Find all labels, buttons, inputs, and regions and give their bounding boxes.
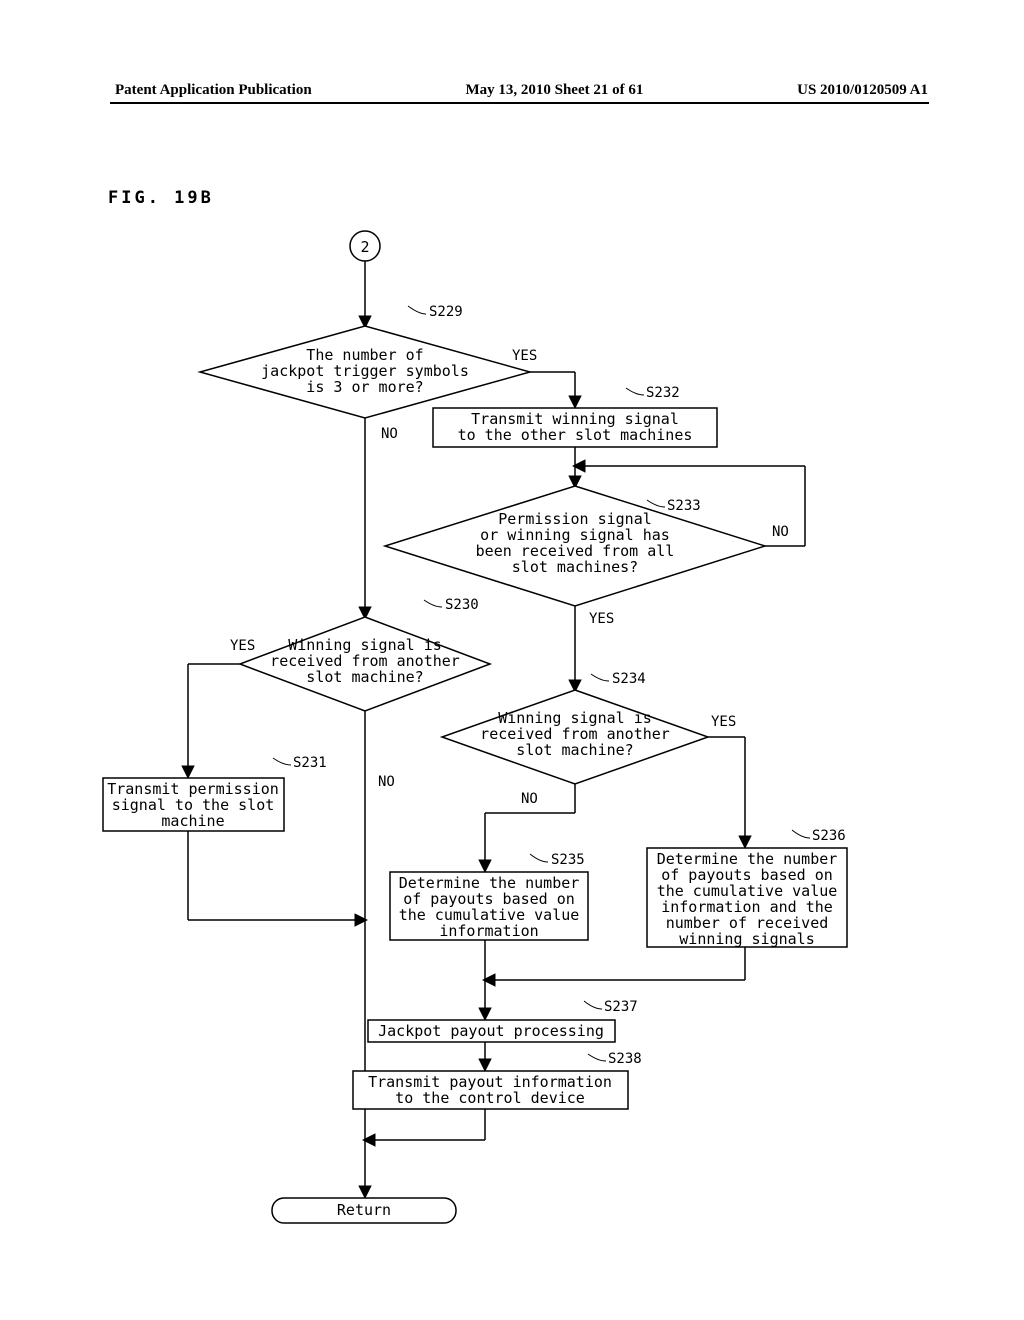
svg-text:YES: YES [230,638,255,654]
svg-text:Transmit payout informationto: Transmit payout informationto the contro… [368,1073,612,1107]
svg-text:S238: S238 [608,1051,642,1067]
svg-text:NO: NO [378,774,395,790]
svg-text:S232: S232 [646,385,680,401]
svg-text:YES: YES [711,714,736,730]
svg-text:2: 2 [360,238,369,256]
svg-text:NO: NO [521,791,538,807]
svg-text:S237: S237 [604,999,638,1015]
svg-text:S236: S236 [812,828,846,844]
svg-text:Transmit winning signalto the: Transmit winning signalto the other slot… [458,410,693,444]
svg-text:S229: S229 [429,304,463,320]
svg-text:S230: S230 [445,597,479,613]
svg-text:NO: NO [772,524,789,540]
svg-text:Determine the numberof payouts: Determine the numberof payouts based ont… [657,850,838,948]
svg-text:S233: S233 [667,498,701,514]
svg-text:Jackpot payout processing: Jackpot payout processing [378,1022,604,1040]
svg-text:YES: YES [589,611,614,627]
svg-text:YES: YES [512,348,537,364]
svg-text:NO: NO [381,426,398,442]
svg-text:S234: S234 [612,671,646,687]
svg-text:S231: S231 [293,755,327,771]
flowchart-svg: 2 S229 The number ofjackpot trigger symb… [0,0,1024,1320]
svg-text:Return: Return [337,1201,391,1219]
svg-text:S235: S235 [551,852,585,868]
